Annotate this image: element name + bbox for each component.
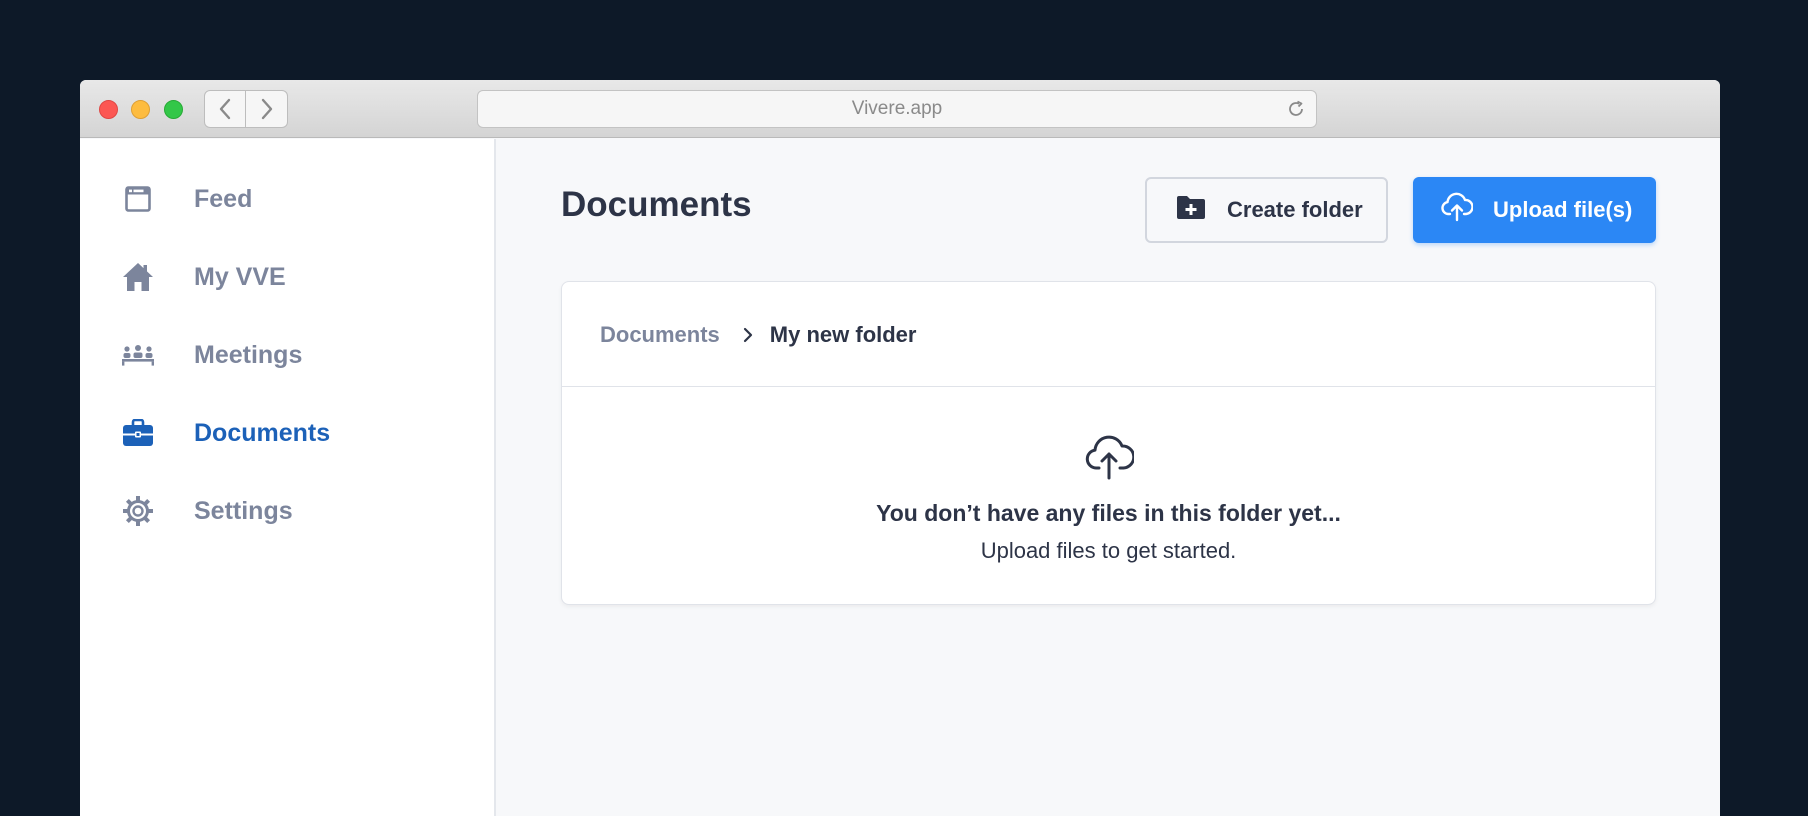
gear-icon — [120, 493, 156, 529]
meetings-icon — [120, 337, 156, 373]
empty-state-title: You don’t have any files in this folder … — [876, 500, 1341, 526]
sidebar-item-label: My VVE — [194, 262, 286, 291]
sidebar-item-label: Documents — [194, 418, 331, 447]
sidebar-item-feed[interactable]: Feed — [120, 177, 252, 221]
address-url: Vivere.app — [851, 98, 943, 119]
browser-forward-button[interactable] — [246, 90, 288, 128]
upload-files-label: Upload file(s) — [1493, 197, 1633, 222]
close-window-button[interactable] — [99, 100, 118, 119]
main-content: Documents Create folder Upload file(s) D… — [498, 139, 1720, 816]
folder-plus-icon — [1176, 194, 1206, 226]
chevron-right-icon — [742, 326, 754, 344]
folder-card: Documents My new folder You don’t have a… — [561, 281, 1656, 605]
sidebar-item-settings[interactable]: Settings — [120, 489, 293, 533]
sidebar: Feed My VVE Meetings Documents Settings — [80, 139, 496, 816]
create-folder-button[interactable]: Create folder — [1145, 177, 1388, 243]
upload-files-button[interactable]: Upload file(s) — [1413, 177, 1656, 243]
sidebar-item-documents[interactable]: Documents — [120, 411, 330, 455]
page-title: Documents — [561, 185, 752, 224]
sidebar-item-my-vve[interactable]: My VVE — [120, 255, 286, 299]
empty-state-subtitle: Upload files to get started. — [980, 538, 1237, 563]
maximize-window-button[interactable] — [164, 100, 183, 119]
breadcrumb: Documents My new folder — [600, 320, 916, 350]
briefcase-icon — [120, 415, 156, 451]
browser-back-button[interactable] — [204, 90, 246, 128]
reload-icon[interactable] — [1286, 99, 1306, 119]
sidebar-item-label: Feed — [194, 184, 253, 213]
browser-titlebar: Vivere.app — [80, 80, 1720, 138]
home-icon — [120, 259, 156, 295]
sidebar-item-label: Settings — [194, 496, 293, 525]
breadcrumb-root[interactable]: Documents — [600, 322, 720, 348]
minimize-window-button[interactable] — [131, 100, 150, 119]
chevron-right-icon — [261, 98, 272, 120]
chevron-left-icon — [219, 98, 231, 120]
feed-icon — [120, 181, 156, 217]
card-divider — [562, 386, 1655, 387]
sidebar-item-label: Meetings — [194, 340, 303, 369]
breadcrumb-current: My new folder — [769, 322, 917, 347]
create-folder-label: Create folder — [1227, 197, 1363, 222]
cloud-upload-icon — [1441, 192, 1474, 228]
cloud-upload-icon — [1085, 435, 1134, 480]
browser-window: Vivere.app Feed My VVE Meetings Document… — [80, 80, 1720, 816]
sidebar-item-meetings[interactable]: Meetings — [120, 333, 302, 377]
address-bar[interactable]: Vivere.app — [477, 90, 1317, 128]
